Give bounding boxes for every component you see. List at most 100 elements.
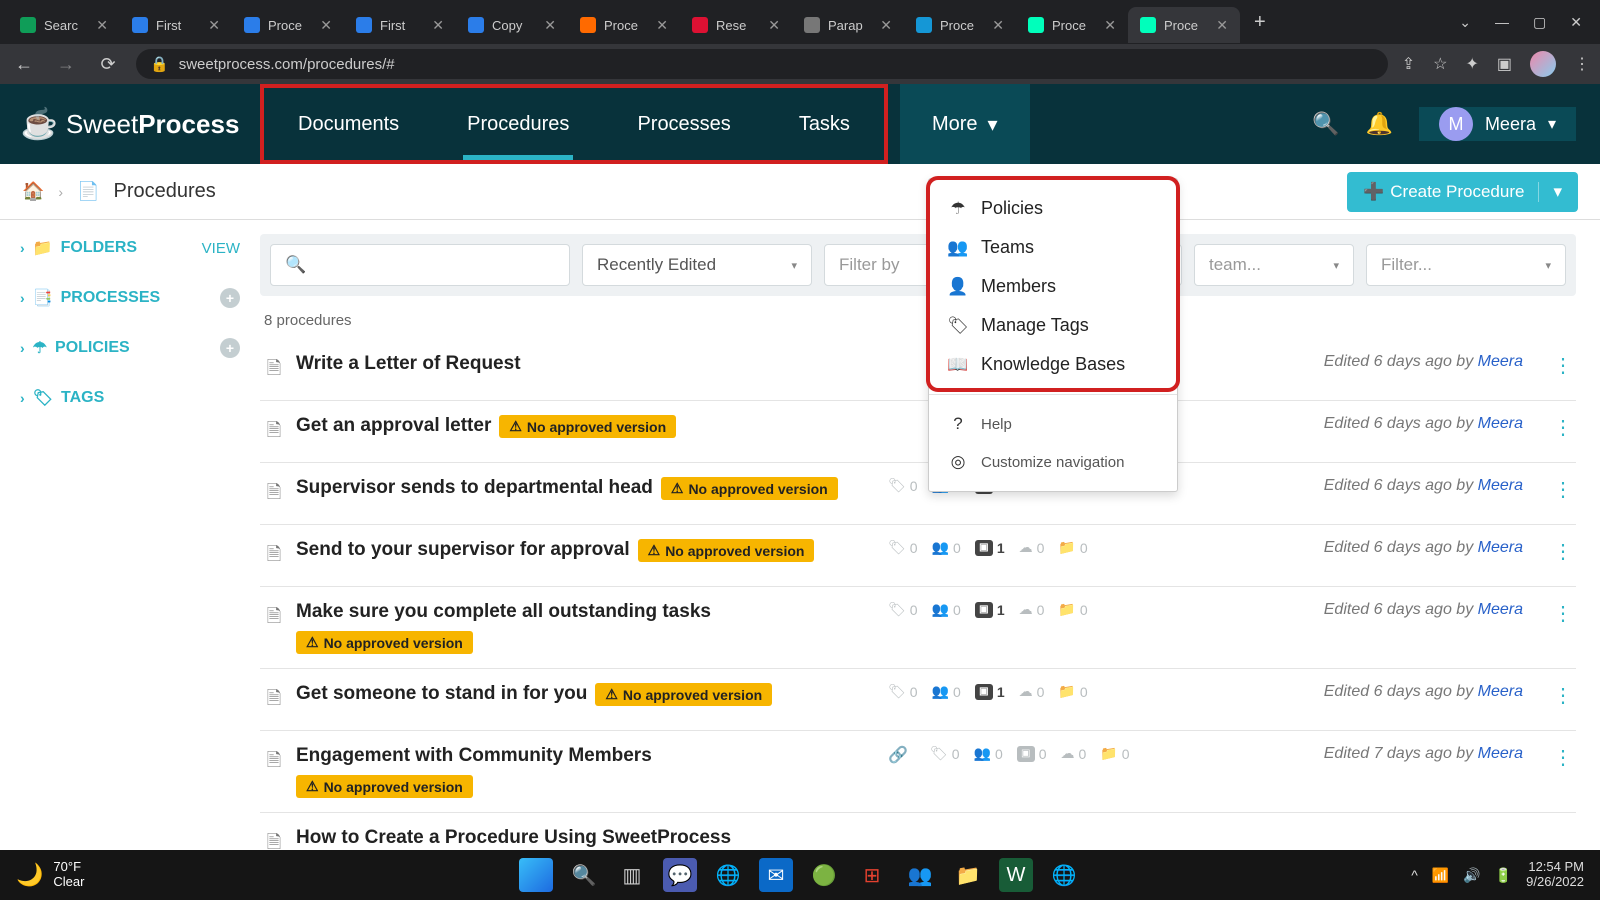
procedure-row[interactable]: 🗎 Get someone to stand in for you⚠No app… xyxy=(260,669,1576,731)
browser-tab[interactable]: Rese✕ xyxy=(680,7,792,43)
chat-icon[interactable]: 💬 xyxy=(663,858,697,892)
dropdown-knowledge-bases[interactable]: 📖Knowledge Bases xyxy=(929,345,1177,384)
maximize-icon[interactable]: ▢ xyxy=(1533,14,1546,31)
procedure-title[interactable]: Make sure you complete all outstanding t… xyxy=(296,601,711,622)
nav-more-dropdown[interactable]: More ▾ xyxy=(900,84,1030,164)
close-tab-icon[interactable]: ✕ xyxy=(320,17,332,34)
battery-icon[interactable]: 🔋 xyxy=(1495,867,1512,884)
minimize-icon[interactable]: — xyxy=(1495,14,1509,31)
close-tab-icon[interactable]: ✕ xyxy=(880,17,892,34)
url-input[interactable]: 🔒 sweetprocess.com/procedures/# xyxy=(136,49,1388,79)
home-icon[interactable]: 🏠 xyxy=(22,181,44,202)
add-policy-button[interactable]: + xyxy=(220,338,240,358)
row-menu-button[interactable]: ⋮ xyxy=(1553,353,1572,378)
sidebar-item-policies[interactable]: › ☂ POLICIES + xyxy=(20,338,240,358)
close-tab-icon[interactable]: ✕ xyxy=(208,17,220,34)
clock[interactable]: 12:54 PM9/26/2022 xyxy=(1526,860,1584,890)
create-procedure-button[interactable]: ➕ Create Procedure ▾ xyxy=(1347,172,1578,212)
procedure-title[interactable]: Get an approval letter xyxy=(296,415,491,436)
forward-button[interactable]: → xyxy=(52,50,80,78)
browser-tab[interactable]: Proce✕ xyxy=(1128,7,1240,43)
reload-button[interactable]: ⟳ xyxy=(94,50,122,78)
browser-profile-avatar[interactable] xyxy=(1530,51,1556,77)
filter-dropdown[interactable]: Filter... ▾ xyxy=(1366,244,1566,286)
dropdown-members[interactable]: 👤Members xyxy=(929,267,1177,306)
extensions-icon[interactable]: ✦ xyxy=(1465,54,1478,74)
procedure-title[interactable]: Send to your supervisor for approval xyxy=(296,539,630,560)
back-button[interactable]: ← xyxy=(10,50,38,78)
procedure-row[interactable]: 🗎 Send to your supervisor for approval⚠N… xyxy=(260,525,1576,587)
office-icon[interactable]: ⊞ xyxy=(855,858,889,892)
sidebar-item-tags[interactable]: › 🏷 TAGS xyxy=(20,388,240,408)
row-menu-button[interactable]: ⋮ xyxy=(1553,745,1572,770)
search-icon[interactable]: 🔍 xyxy=(1312,111,1339,137)
weather-widget[interactable]: 🌙 70°FClear xyxy=(16,860,84,890)
close-tab-icon[interactable]: ✕ xyxy=(96,17,108,34)
dropdown-help[interactable]: ?Help xyxy=(929,405,1177,443)
editor-link[interactable]: Meera xyxy=(1478,415,1523,432)
procedure-title[interactable]: How to Create a Procedure Using SweetPro… xyxy=(296,827,731,848)
browser-tab[interactable]: Proce✕ xyxy=(232,7,344,43)
user-menu[interactable]: M Meera ▾ xyxy=(1419,107,1576,141)
network-icon[interactable]: 📶 xyxy=(1432,867,1449,884)
nav-processes[interactable]: Processes xyxy=(603,88,764,160)
logo[interactable]: ☕ SweetProcess xyxy=(0,107,260,142)
procedure-row[interactable]: 🗎 Supervisor sends to departmental head⚠… xyxy=(260,463,1576,525)
browser-tab[interactable]: Proce✕ xyxy=(568,7,680,43)
close-tab-icon[interactable]: ✕ xyxy=(1216,17,1228,34)
teams-icon[interactable]: 👥 xyxy=(903,858,937,892)
row-menu-button[interactable]: ⋮ xyxy=(1553,683,1572,708)
editor-link[interactable]: Meera xyxy=(1478,683,1523,700)
browser-tab[interactable]: First✕ xyxy=(120,7,232,43)
bell-icon[interactable]: 🔔 xyxy=(1366,111,1393,137)
browser-tab[interactable]: Proce✕ xyxy=(1016,7,1128,43)
editor-link[interactable]: Meera xyxy=(1478,477,1523,494)
sidebar-view-link[interactable]: VIEW xyxy=(202,240,240,257)
dropdown-manage-tags[interactable]: 🏷Manage Tags xyxy=(929,306,1177,345)
dropdown-teams[interactable]: 👥Teams xyxy=(929,228,1177,267)
close-tab-icon[interactable]: ✕ xyxy=(1104,17,1116,34)
sidebar-item-processes[interactable]: › 📑 PROCESSES + xyxy=(20,288,240,308)
close-tab-icon[interactable]: ✕ xyxy=(656,17,668,34)
browser-tab[interactable]: First✕ xyxy=(344,7,456,43)
nav-documents[interactable]: Documents xyxy=(264,88,433,160)
row-menu-button[interactable]: ⋮ xyxy=(1553,601,1572,626)
task-view-icon[interactable]: ▥ xyxy=(615,858,649,892)
explorer-icon[interactable]: 📁 xyxy=(951,858,985,892)
editor-link[interactable]: Meera xyxy=(1478,745,1523,762)
procedure-title[interactable]: Get someone to stand in for you xyxy=(296,683,587,704)
procedure-title[interactable]: Engagement with Community Members xyxy=(296,745,652,766)
browser-tab[interactable]: Searc✕ xyxy=(8,7,120,43)
word-icon[interactable]: W xyxy=(999,858,1033,892)
procedure-row[interactable]: 🗎 Make sure you complete all outstanding… xyxy=(260,587,1576,669)
chrome-icon[interactable]: 🌐 xyxy=(711,858,745,892)
chevron-down-icon[interactable]: ⌄ xyxy=(1459,14,1471,31)
panel-icon[interactable]: ▣ xyxy=(1497,54,1512,74)
row-menu-button[interactable]: ⋮ xyxy=(1553,539,1572,564)
dropdown-customize-nav[interactable]: ◎Customize navigation xyxy=(929,443,1177,481)
procedure-row[interactable]: 🗎 Get an approval letter⚠No approved ver… xyxy=(260,401,1576,463)
close-tab-icon[interactable]: ✕ xyxy=(992,17,1004,34)
start-icon[interactable] xyxy=(519,858,553,892)
close-tab-icon[interactable]: ✕ xyxy=(544,17,556,34)
editor-link[interactable]: Meera xyxy=(1478,601,1523,618)
editor-link[interactable]: Meera xyxy=(1478,539,1523,556)
close-tab-icon[interactable]: ✕ xyxy=(768,17,780,34)
browser-tab[interactable]: Copy✕ xyxy=(456,7,568,43)
browser-menu-icon[interactable]: ⋮ xyxy=(1574,54,1590,74)
search-input[interactable]: 🔍 xyxy=(270,244,570,286)
dropdown-policies[interactable]: ☂Policies xyxy=(929,189,1177,228)
mail-icon[interactable]: ✉ xyxy=(759,858,793,892)
procedure-title[interactable]: Supervisor sends to departmental head xyxy=(296,477,653,498)
share-icon[interactable]: ⇪ xyxy=(1402,54,1415,74)
nav-tasks[interactable]: Tasks xyxy=(765,88,884,160)
chrome-2-icon[interactable]: 🌐 xyxy=(1047,858,1081,892)
add-process-button[interactable]: + xyxy=(220,288,240,308)
new-tab-button[interactable]: + xyxy=(1240,11,1280,34)
editor-link[interactable]: Meera xyxy=(1478,353,1523,370)
sidebar-item-folders[interactable]: › 📁 FOLDERS VIEW xyxy=(20,238,240,258)
procedure-row[interactable]: 🗎 Engagement with Community Members⚠No a… xyxy=(260,731,1576,813)
procedure-title[interactable]: Write a Letter of Request xyxy=(296,353,521,374)
nav-procedures[interactable]: Procedures xyxy=(433,88,603,160)
search-taskbar-icon[interactable]: 🔍 xyxy=(567,858,601,892)
